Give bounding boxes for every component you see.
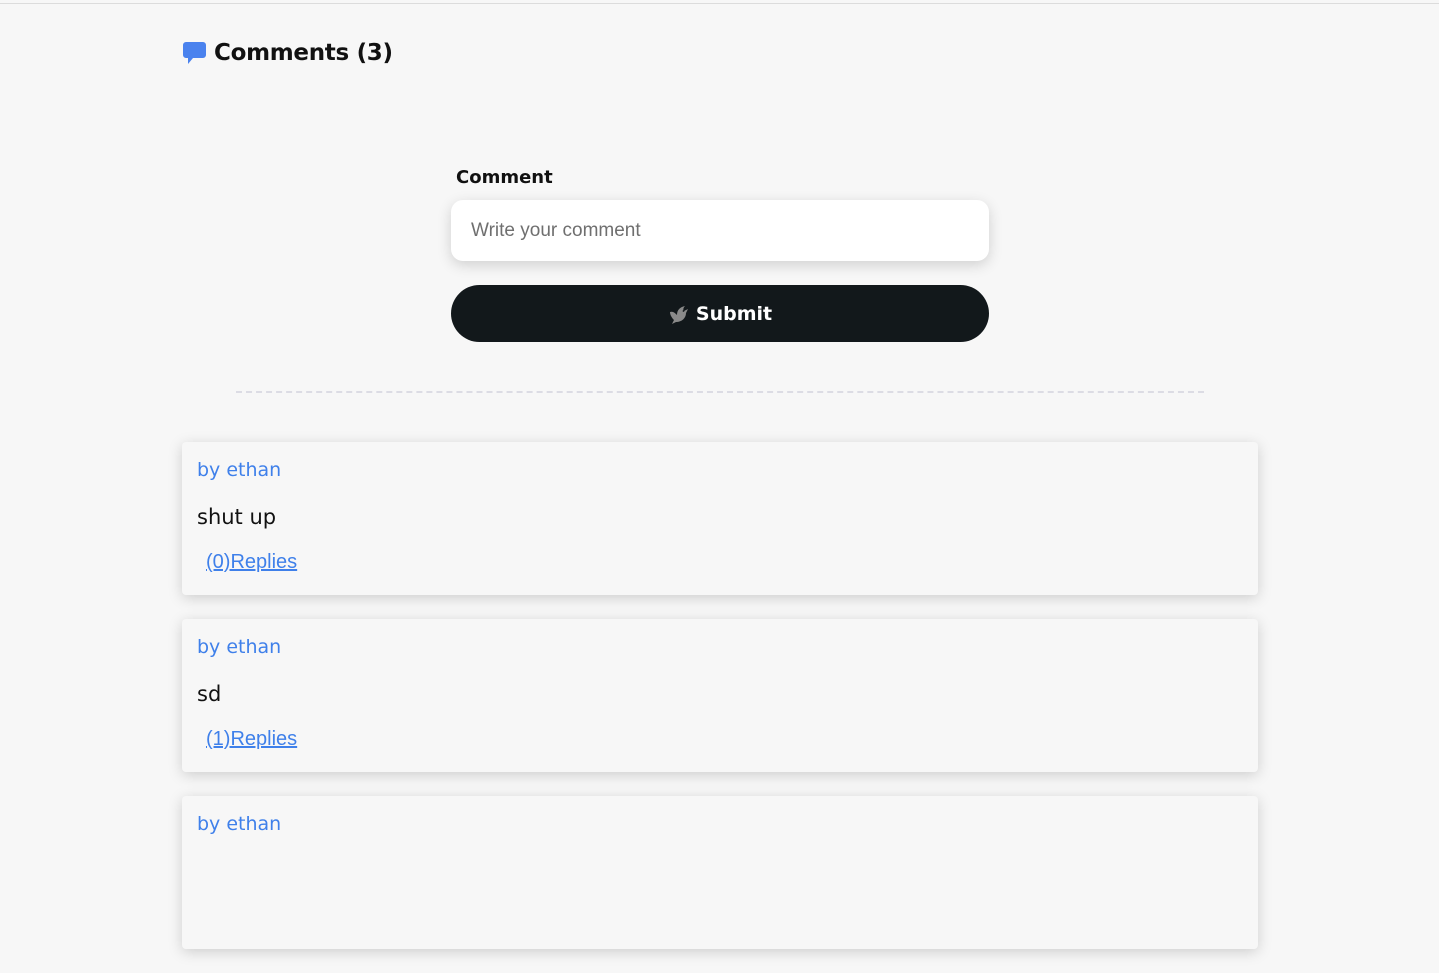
submit-label: Submit [695,302,773,325]
top-border [0,0,1439,4]
comment-card: by ethan sd (1)Replies [182,619,1258,772]
section-divider [236,391,1204,393]
comment-card: by ethan [182,796,1258,949]
comment-input[interactable] [451,200,989,261]
comments-header: Comments (3) [182,40,393,66]
dove-icon [669,305,688,324]
replies-link[interactable]: (0)Replies [206,551,297,574]
comment-author-link[interactable]: by ethan [197,633,1243,661]
comment-text [197,857,1243,885]
comment-card: by ethan shut up (0)Replies [182,442,1258,595]
comments-list: by ethan shut up (0)Replies by ethan sd … [182,442,1258,973]
chat-bubble-icon [183,42,206,64]
comment-author-link[interactable]: by ethan [197,456,1243,484]
comment-author-link[interactable]: by ethan [197,810,1243,838]
comment-form: Comment Submit [451,166,989,342]
comment-text: shut up [197,505,277,529]
replies-link[interactable]: (1)Replies [206,728,297,751]
submit-button[interactable]: Submit [451,285,989,342]
page-title: Comments (3) [214,40,393,66]
comment-text: sd [197,682,222,706]
comment-field-label: Comment [456,167,553,188]
